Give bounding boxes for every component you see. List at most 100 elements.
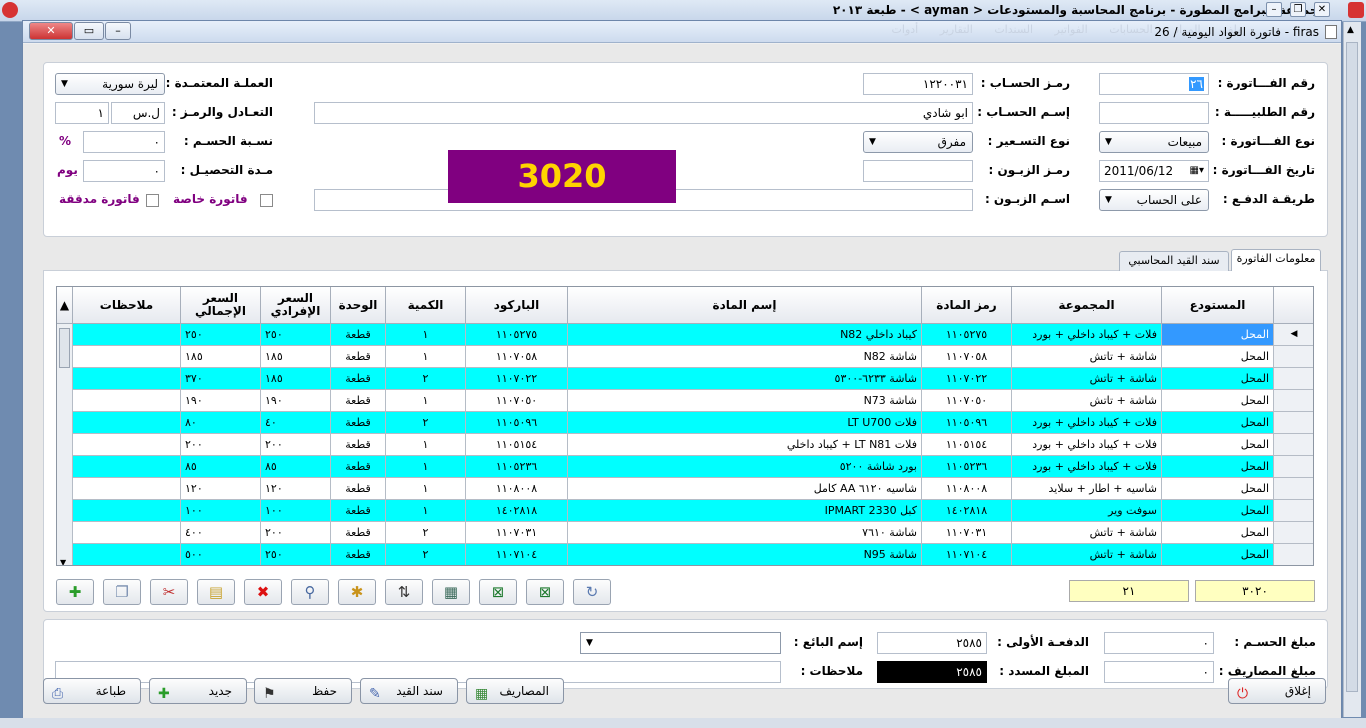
- window-close-icon[interactable]: ✕: [29, 22, 73, 40]
- tab-journal-entry[interactable]: سند القيد المحاسبي: [1119, 251, 1229, 271]
- row-selector[interactable]: [1274, 456, 1313, 478]
- account-name-input[interactable]: ابو شادي: [314, 102, 973, 124]
- menu-item[interactable]: الحسابات: [1109, 23, 1152, 36]
- paste-icon[interactable]: ▤: [197, 579, 235, 605]
- cell-item-name[interactable]: شاشة N73: [568, 390, 922, 412]
- cell-qty[interactable]: ١: [386, 434, 466, 456]
- table-row[interactable]: ٥٠٠ ٢٥٠ قطعة ٢ ١١٠٧١٠٤ شاشة N95 ١١٠٧١٠٤ شاشة + …: [57, 544, 1313, 565]
- cell-barcode[interactable]: ١١٠٥١٥٤: [466, 434, 568, 456]
- tab-invoice-info[interactable]: معلومات الفاتورة: [1231, 249, 1321, 271]
- cell-item-name[interactable]: كبل IPMART 2330: [568, 500, 922, 522]
- cell-warehouse[interactable]: المحل: [1162, 368, 1274, 390]
- window-restore-icon[interactable]: ▭: [74, 22, 104, 40]
- cell-unit-price[interactable]: ٤٠: [261, 412, 331, 434]
- exchange-rate-input[interactable]: ١: [55, 102, 109, 124]
- cell-unit[interactable]: قطعة: [331, 522, 386, 544]
- cell-item-code[interactable]: ١١٠٧٠٣١: [922, 522, 1012, 544]
- close-button[interactable]: ⏻ إغلاق: [1228, 678, 1326, 704]
- cell-total-price[interactable]: ٨٥: [181, 456, 261, 478]
- invoice-no-input[interactable]: ٢٦: [1099, 73, 1209, 95]
- cell-warehouse[interactable]: المحل: [1162, 522, 1274, 544]
- calendar-icon[interactable]: ▦▾: [1190, 161, 1204, 181]
- cell-unit[interactable]: قطعة: [331, 412, 386, 434]
- table-row[interactable]: ١٢٠ ١٢٠ قطعة ١ ١١٠٨٠٠٨ شاسيه ٦١٢٠ AA كامل ١١٠٨…: [57, 478, 1313, 500]
- excel-import-icon[interactable]: ⊠: [526, 579, 564, 605]
- scroll-up-icon[interactable]: ▲: [1347, 25, 1354, 35]
- new-button[interactable]: ✚ جديد: [149, 678, 247, 704]
- table-row[interactable]: ٣٧٠ ١٨٥ قطعة ٢ ١١٠٧٠٢٢ شاشة ٦٢٣٣-٥٣٠٠ ١١٠٧٠٢٢ ش…: [57, 368, 1313, 390]
- table-row[interactable]: ١٩٠ ١٩٠ قطعة ١ ١١٠٧٠٥٠ شاشة N73 ١١٠٧٠٥٠ شاشة + …: [57, 390, 1313, 412]
- cell-unit-price[interactable]: ١٠٠: [261, 500, 331, 522]
- grid-scroll-thumb[interactable]: [59, 328, 70, 368]
- col-header-notes[interactable]: ملاحظات: [73, 287, 181, 324]
- cell-item-name[interactable]: فلات LT U700: [568, 412, 922, 434]
- cell-group[interactable]: شاشة + تاتش: [1012, 346, 1162, 368]
- cell-notes[interactable]: [73, 390, 181, 412]
- order-no-input[interactable]: [1099, 102, 1209, 124]
- journal-entry-button[interactable]: ✎ سند القيد: [360, 678, 458, 704]
- cell-warehouse[interactable]: المحل: [1162, 390, 1274, 412]
- cell-notes[interactable]: [73, 478, 181, 500]
- row-selector[interactable]: [1274, 390, 1313, 412]
- audited-invoice-checkbox[interactable]: [146, 194, 159, 207]
- cell-unit[interactable]: قطعة: [331, 544, 386, 565]
- cell-item-name[interactable]: شاسيه ٦١٢٠ AA كامل: [568, 478, 922, 500]
- grid-scrollbar[interactable]: ▼: [57, 324, 73, 565]
- cell-barcode[interactable]: ١١٠٥٠٩٦: [466, 412, 568, 434]
- discount-amount-input[interactable]: ٠: [1104, 632, 1214, 654]
- cell-group[interactable]: شاشة + تاتش: [1012, 544, 1162, 565]
- row-selector[interactable]: [1274, 478, 1313, 500]
- cell-barcode[interactable]: ١١٠٧٠٥٠: [466, 390, 568, 412]
- cell-total-price[interactable]: ١٩٠: [181, 390, 261, 412]
- cell-group[interactable]: شاشة + تاتش: [1012, 368, 1162, 390]
- cell-qty[interactable]: ١: [386, 390, 466, 412]
- cell-group[interactable]: سوفت وير: [1012, 500, 1162, 522]
- cell-warehouse[interactable]: المحل: [1162, 456, 1274, 478]
- col-header-unit[interactable]: الوحدة: [331, 287, 386, 324]
- col-header-qty[interactable]: الكمية: [386, 287, 466, 324]
- cell-warehouse[interactable]: المحل: [1162, 478, 1274, 500]
- row-selector[interactable]: [1274, 434, 1313, 456]
- cell-notes[interactable]: [73, 412, 181, 434]
- cell-group[interactable]: شاشة + تاتش: [1012, 522, 1162, 544]
- cell-total-price[interactable]: ٢٠٠: [181, 434, 261, 456]
- cell-total-price[interactable]: ١٨٥: [181, 346, 261, 368]
- cell-total-price[interactable]: ٤٠٠: [181, 522, 261, 544]
- first-payment-input[interactable]: ٢٥٨٥: [877, 632, 987, 654]
- collection-period-input[interactable]: ٠: [83, 160, 165, 182]
- cell-barcode[interactable]: ١١٠٥٢٣٦: [466, 456, 568, 478]
- table-row[interactable]: ٨٠ ٤٠ قطعة ٢ ١١٠٥٠٩٦ فلات LT U700 ١١٠٥٠٩٦ فلات …: [57, 412, 1313, 434]
- cell-item-name[interactable]: بورد شاشة ٥٢٠٠: [568, 456, 922, 478]
- currency-symbol-input[interactable]: ل.س: [111, 102, 165, 124]
- col-header-barcode[interactable]: الباركود: [466, 287, 568, 324]
- cell-item-code[interactable]: ١٤٠٢٨١٨: [922, 500, 1012, 522]
- cell-qty[interactable]: ٢: [386, 522, 466, 544]
- cell-total-price[interactable]: ١٠٠: [181, 500, 261, 522]
- cell-total-price[interactable]: ٢٥٠: [181, 324, 261, 346]
- cell-item-name[interactable]: شاشة N95: [568, 544, 922, 565]
- cell-warehouse[interactable]: المحل: [1162, 500, 1274, 522]
- col-header-item-code[interactable]: رمز المادة: [922, 287, 1012, 324]
- cell-item-name[interactable]: شاشة N82: [568, 346, 922, 368]
- cell-unit[interactable]: قطعة: [331, 368, 386, 390]
- outer-close-icon[interactable]: ✕: [1314, 2, 1330, 17]
- cell-unit-price[interactable]: ٢٥٠: [261, 544, 331, 565]
- cell-item-code[interactable]: ١١٠٥١٥٤: [922, 434, 1012, 456]
- search-icon[interactable]: ⚲: [291, 579, 329, 605]
- col-header-unit-price[interactable]: السعر الإفرادي: [261, 287, 331, 324]
- cell-total-price[interactable]: ٨٠: [181, 412, 261, 434]
- cell-qty[interactable]: ٢: [386, 368, 466, 390]
- cell-unit-price[interactable]: ١٨٥: [261, 368, 331, 390]
- excel-export-icon[interactable]: ⊠: [479, 579, 517, 605]
- cell-unit[interactable]: قطعة: [331, 500, 386, 522]
- account-code-input[interactable]: ١٢٢٠٠٣١: [863, 73, 973, 95]
- print-button[interactable]: ⎙ طباعة: [43, 678, 141, 704]
- cell-barcode[interactable]: ١١٠٧١٠٤: [466, 544, 568, 565]
- row-selector[interactable]: [1274, 346, 1313, 368]
- cell-barcode[interactable]: ١١٠٧٠٣١: [466, 522, 568, 544]
- cell-unit[interactable]: قطعة: [331, 390, 386, 412]
- calculator-icon[interactable]: ▦: [432, 579, 470, 605]
- menu-item[interactable]: الفواتير: [1055, 23, 1088, 36]
- outer-restore-icon[interactable]: ❐: [1290, 2, 1306, 17]
- table-row[interactable]: ١٠٠ ١٠٠ قطعة ١ ١٤٠٢٨١٨ كبل IPMART 2330 ١٤٠٢٨١٨…: [57, 500, 1313, 522]
